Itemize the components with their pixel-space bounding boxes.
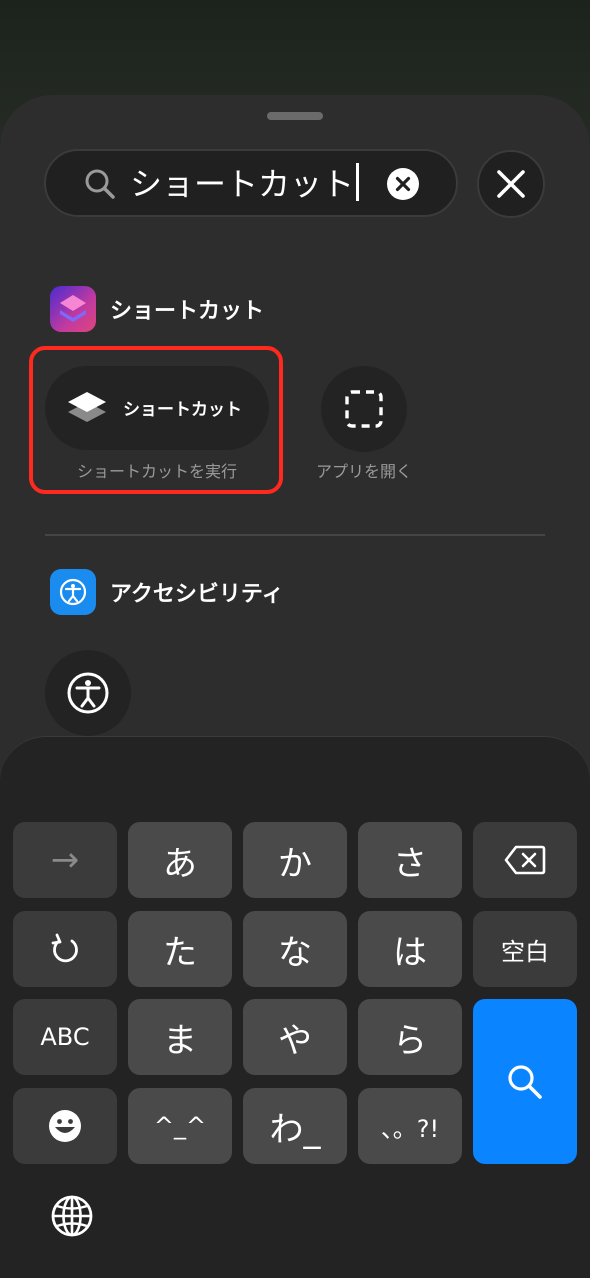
search-icon bbox=[84, 168, 116, 204]
open-app-action[interactable] bbox=[321, 366, 407, 452]
section-divider bbox=[45, 534, 545, 536]
key-ta[interactable]: た bbox=[128, 911, 232, 987]
key-space[interactable]: 空白 bbox=[473, 911, 577, 987]
accessibility-icon bbox=[67, 672, 109, 714]
backspace-icon bbox=[504, 845, 546, 875]
close-button[interactable] bbox=[477, 150, 545, 218]
key-abc[interactable]: ABC bbox=[13, 999, 117, 1075]
key-ka[interactable]: か bbox=[243, 822, 347, 898]
key-undo[interactable] bbox=[13, 911, 117, 987]
search-icon bbox=[508, 1064, 542, 1099]
accessibility-app-header: アクセシビリティ bbox=[50, 569, 284, 615]
search-input[interactable]: ショートカット bbox=[130, 163, 360, 204]
key-na[interactable]: な bbox=[243, 911, 347, 987]
sheet-grabber[interactable] bbox=[267, 112, 323, 120]
globe-button[interactable] bbox=[50, 1194, 94, 1238]
key-ra[interactable]: ら bbox=[358, 999, 462, 1075]
key-sa[interactable]: さ bbox=[358, 822, 462, 898]
key-punctuation[interactable]: 、。?! bbox=[358, 1088, 462, 1164]
globe-icon bbox=[51, 1195, 93, 1237]
shortcuts-app-header: ショートカット bbox=[50, 286, 264, 332]
accessibility-app-icon bbox=[50, 569, 96, 615]
key-next-candidate[interactable]: → bbox=[13, 822, 117, 898]
search-field[interactable]: ショートカット bbox=[44, 149, 458, 217]
accessibility-app-label: アクセシビリティ bbox=[110, 582, 284, 607]
key-ya[interactable]: や bbox=[243, 999, 347, 1075]
shortcuts-app-icon bbox=[50, 286, 96, 332]
key-emoji[interactable] bbox=[13, 1088, 117, 1164]
accessibility-action[interactable] bbox=[45, 650, 131, 736]
clear-icon bbox=[395, 176, 411, 192]
undo-icon bbox=[51, 933, 78, 963]
emoji-icon bbox=[49, 1110, 81, 1142]
clear-search-button[interactable] bbox=[387, 168, 419, 200]
shortcuts-app-label: ショートカット bbox=[110, 299, 265, 324]
text-caret bbox=[356, 163, 360, 201]
key-search[interactable] bbox=[473, 999, 577, 1164]
key-ma[interactable]: ま bbox=[128, 999, 232, 1075]
close-icon bbox=[497, 170, 525, 198]
key-backspace[interactable] bbox=[473, 822, 577, 898]
key-kaomoji[interactable]: ^_^ bbox=[128, 1088, 232, 1164]
highlight-annotation bbox=[29, 346, 283, 494]
key-wa[interactable]: わ_ bbox=[243, 1088, 347, 1164]
key-a[interactable]: あ bbox=[128, 822, 232, 898]
open-app-caption: アプリを開く bbox=[315, 462, 412, 481]
dashed-square-icon bbox=[345, 390, 383, 428]
key-ha[interactable]: は bbox=[358, 911, 462, 987]
